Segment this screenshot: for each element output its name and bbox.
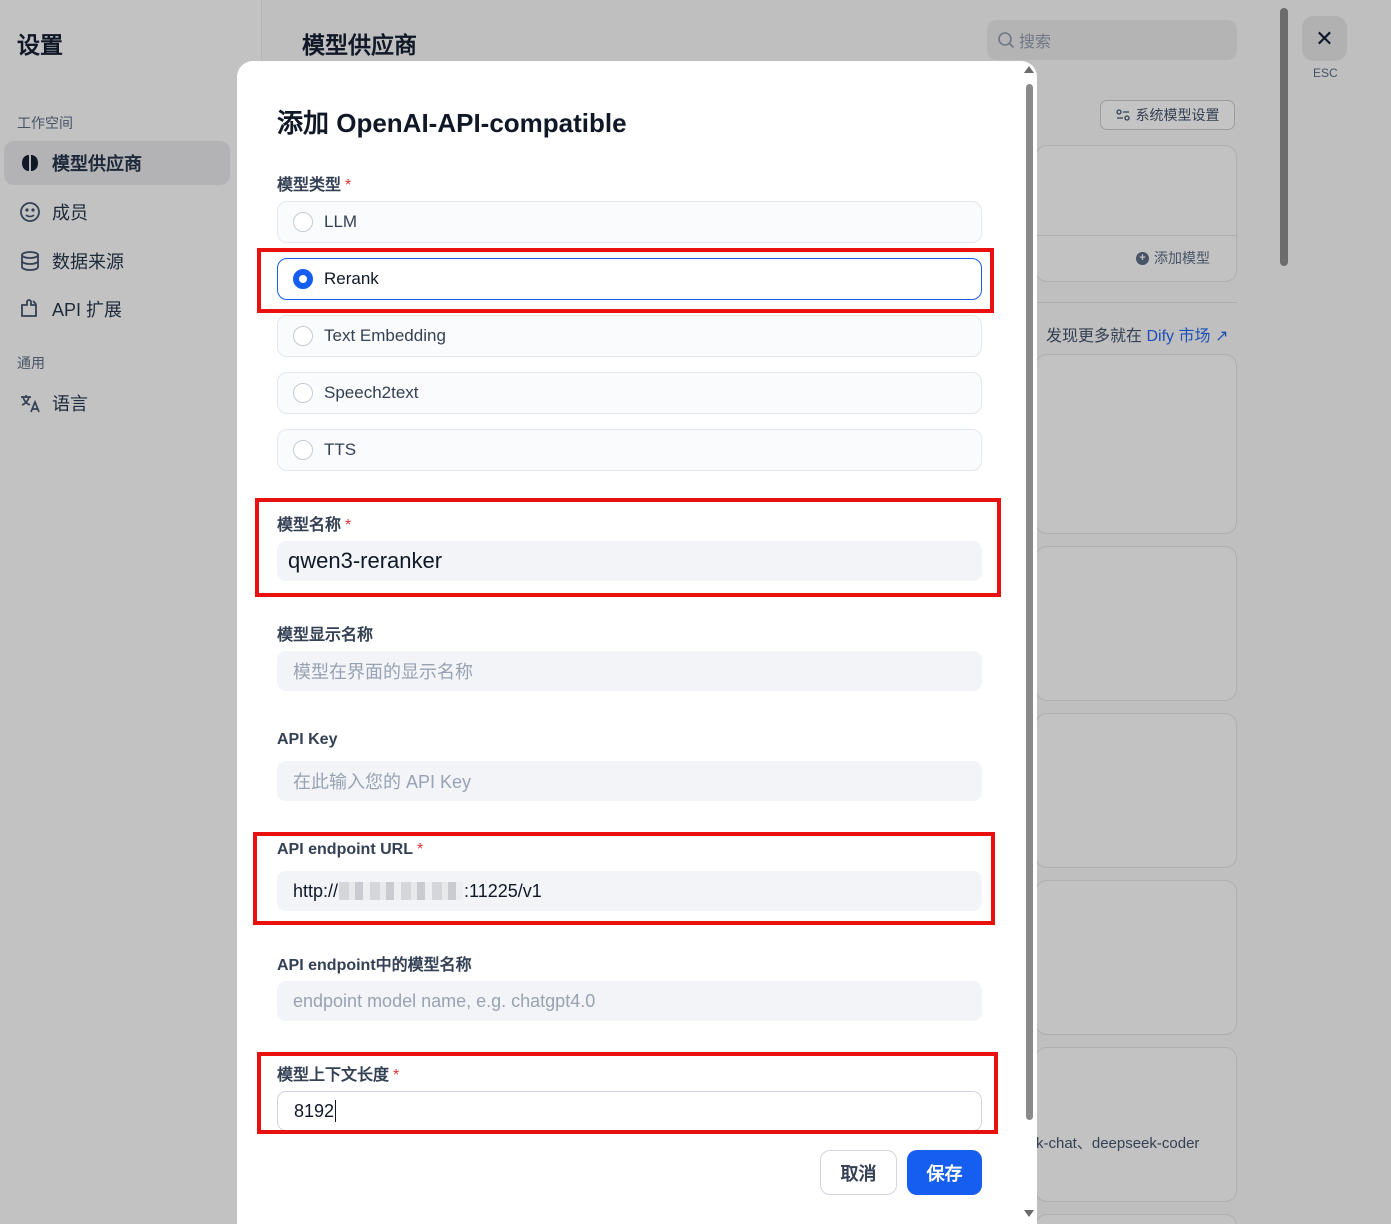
provider-card[interactable] [1035,880,1237,1035]
discover-more[interactable]: 发现更多就在 Dify 市场 ↗ [1046,322,1228,346]
plus-icon: + [1136,251,1149,265]
model-type-label-text: 模型类型 [277,177,342,194]
display-name-label: 模型显示名称 [277,627,374,644]
dialog-title: 添加 OpenAI-API-compatible [277,108,627,138]
api-key-input[interactable]: 在此输入您的 API Key [277,761,982,801]
save-button[interactable]: 保存 [907,1150,982,1195]
model-type-option-text-embedding[interactable]: Text Embedding [277,315,982,357]
sidebar-group-workspace: 工作空间 [17,115,73,131]
settings-title: 设置 [17,32,63,58]
search-icon [998,32,1015,49]
right-gutter [1282,0,1391,1224]
members-icon [19,201,41,223]
scroll-up-arrow-icon[interactable] [1024,66,1034,73]
sidebar-item-label: 模型供应商 [52,154,142,174]
card-divider [1036,235,1236,236]
sidebar-item-data-source[interactable]: 数据来源 [4,239,230,283]
model-type-option-tts[interactable]: TTS [277,429,982,471]
api-key-label: API Key [277,731,338,748]
page-title: 模型供应商 [302,32,417,58]
sidebar-item-api-extension[interactable]: API 扩展 [4,287,230,331]
highlight-box-context-length [257,1052,998,1134]
settings-sliders-icon [1115,109,1130,121]
marketplace-link[interactable]: Dify 市场 [1146,328,1210,345]
sidebar-item-label: 语言 [52,394,88,414]
external-arrow-icon: ↗ [1214,328,1229,345]
radio-unchecked-icon[interactable] [293,212,313,232]
provider-card[interactable] [1035,713,1237,868]
sidebar-item-label: 成员 [52,203,88,223]
translate-icon [19,392,41,414]
search-placeholder: 搜索 [1019,34,1052,51]
puzzle-icon [19,298,41,320]
section-divider [1035,302,1237,303]
provider-card[interactable] [1035,546,1237,701]
provider-card[interactable] [1035,1047,1237,1202]
radio-unchecked-icon[interactable] [293,326,313,346]
add-model-dialog: 添加 OpenAI-API-compatible 模型类型 * LLM Reran… [237,61,1037,1224]
system-model-settings-button[interactable]: 系统模型设置 [1100,100,1235,130]
page-scrollbar[interactable] [1280,8,1288,266]
brain-icon [19,152,41,174]
provider-card[interactable] [1035,1214,1237,1224]
required-asterisk: * [345,177,352,194]
esc-hint: ESC [1313,66,1338,80]
model-type-option-speech2text[interactable]: Speech2text [277,372,982,414]
highlight-box-endpoint-url [253,832,995,925]
option-label: Text Embedding [324,326,446,345]
add-model-label: 添加模型 [1154,250,1210,266]
endpoint-model-name-input[interactable]: endpoint model name, e.g. chatgpt4.0 [277,981,982,1021]
highlight-box-model-type [257,248,994,313]
endpoint-model-name-label: API endpoint中的模型名称 [277,957,472,974]
highlight-box-model-name [255,498,1001,597]
option-label: Speech2text [324,383,419,402]
system-model-settings-label: 系统模型设置 [1135,107,1220,123]
provider-models-text: k-chat、deepseek-coder [1036,1135,1200,1152]
radio-unchecked-icon[interactable] [293,440,313,460]
database-icon [19,250,41,272]
close-button[interactable]: ✕ [1302,16,1347,61]
close-icon: ✕ [1315,25,1334,51]
provider-card[interactable] [1035,354,1237,534]
discover-prefix: 发现更多就在 [1046,328,1143,345]
option-label: LLM [324,212,358,231]
dialog-scrollbar[interactable] [1026,84,1033,1120]
radio-unchecked-icon[interactable] [293,383,313,403]
sidebar-item-label: 数据来源 [52,252,124,272]
sidebar-group-general: 通用 [17,355,45,371]
sidebar-item-label: API 扩展 [52,300,123,320]
sidebar-item-model-provider[interactable]: 模型供应商 [4,141,230,185]
sidebar-item-members[interactable]: 成员 [4,190,230,234]
sidebar-item-language[interactable]: 语言 [4,381,230,425]
model-type-option-llm[interactable]: LLM [277,201,982,243]
add-model-button[interactable]: + 添加模型 [1136,248,1210,268]
model-type-label: 模型类型 * [277,171,351,195]
option-label: TTS [324,440,357,459]
scroll-down-arrow-icon[interactable] [1024,1210,1034,1217]
search-input[interactable]: 搜索 [987,20,1237,60]
display-name-input[interactable]: 模型在界面的显示名称 [277,651,982,691]
cancel-button[interactable]: 取消 [820,1150,897,1195]
